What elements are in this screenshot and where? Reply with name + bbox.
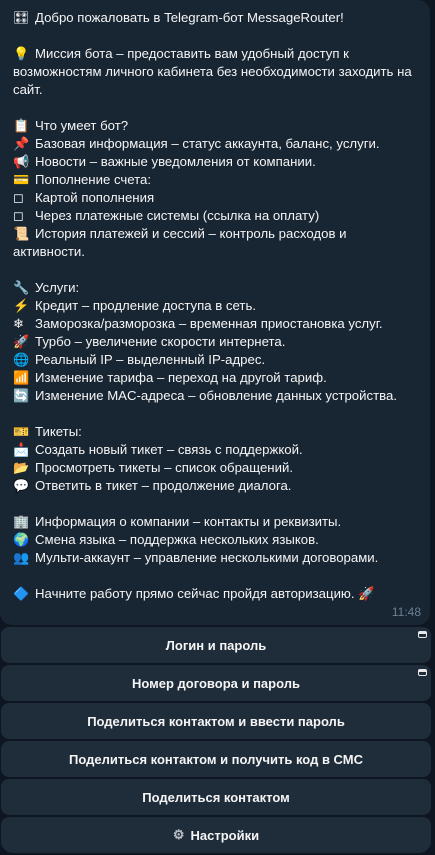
message-line: 🌐 Реальный IP – выделенный IP-адрес. xyxy=(13,351,416,369)
button-label: Поделиться контактом xyxy=(142,789,290,805)
refresh-icon: 🔄 xyxy=(13,388,30,403)
white-square-icon: ◻ xyxy=(13,208,24,223)
reply-keyboard: Логин и пароль Номер договора и пароль Под… xyxy=(1,627,431,855)
line-text: Тикеты: xyxy=(35,424,82,439)
ticket-icon: 🎫 xyxy=(13,424,30,439)
line-text: Просмотреть тикеты – список обращений. xyxy=(35,460,293,475)
line-text: Информация о компании – контакты и рекви… xyxy=(35,514,342,529)
clipboard-icon: 📋 xyxy=(13,118,30,133)
keyboard-button[interactable]: Номер договора и пароль xyxy=(1,665,431,701)
message-line: 🔧 Услуги: xyxy=(13,279,416,297)
keyboard-button[interactable]: ⚙ Настройки xyxy=(1,817,431,853)
keyboard-button[interactable]: Логин и пароль xyxy=(1,627,431,663)
line-text: Турбо – увеличение скорости интернета. xyxy=(35,334,286,349)
line-text: История платежей и сессий – контроль рас… xyxy=(13,226,347,259)
scroll-icon: 📜 xyxy=(13,226,30,241)
message-line: 📶 Изменение тарифа – переход на другой та… xyxy=(13,369,416,387)
message-line: ◻ Через платежные системы (ссылка на опла… xyxy=(13,207,416,225)
message-line: 🚀 Турбо – увеличение скорости интернета. xyxy=(13,333,416,351)
people-icon: 👥 xyxy=(13,550,30,565)
line-text: Пополнение счета: xyxy=(35,172,152,187)
line-text: Заморозка/разморозка – временная приоста… xyxy=(35,316,383,331)
button-label: Номер договора и пароль xyxy=(132,675,300,691)
keyboard-button[interactable]: Поделиться контактом и получить код в СМ… xyxy=(1,741,431,777)
speech-bubble-icon: 💬 xyxy=(13,478,30,493)
line-text: Картой пополнения xyxy=(35,190,155,205)
message-text: 🎛 Добро пожаловать в Telegram-бот Message… xyxy=(13,9,416,603)
globe-europe-icon: 🌍 xyxy=(13,532,30,547)
line-text: Начните работу прямо сейчас пройдя автор… xyxy=(35,586,375,601)
line-text: Базовая информация – статус аккаунта, ба… xyxy=(35,136,380,151)
button-label: Поделиться контактом и ввести пароль xyxy=(87,713,345,729)
message-line: 📌 Базовая информация – статус аккаунта, б… xyxy=(13,135,416,153)
message-line: 💬 Ответить в тикет – продолжение диалога. xyxy=(13,477,416,495)
message-line: 📢 Новости – важные уведомления от компани… xyxy=(13,153,416,171)
line-text: Миссия бота – предоставить вам удобный д… xyxy=(13,46,412,97)
gear-icon: ⚙ xyxy=(172,827,185,842)
message-line: 🏢 Информация о компании – контакты и рекв… xyxy=(13,513,416,531)
bot-message-bubble: 🎛 Добро пожаловать в Telegram-бот Message… xyxy=(0,0,430,625)
message-line: ⚡ Кредит – продление доступа в сеть. xyxy=(13,297,416,315)
line-text: Изменение тарифа – переход на другой тар… xyxy=(35,370,327,385)
message-line: 📋 Что умеет бот? xyxy=(13,117,416,135)
keyboard-button[interactable]: Поделиться контактом xyxy=(1,779,431,815)
web-app-icon xyxy=(418,631,427,638)
white-square-icon: ◻ xyxy=(13,190,24,205)
lightning-icon: ⚡ xyxy=(13,298,30,313)
message-line: 🎫 Тикеты: xyxy=(13,423,416,441)
line-text: Услуги: xyxy=(35,280,80,295)
line-text: Ответить в тикет – продолжение диалога. xyxy=(35,478,292,493)
snowflake-icon: ❄ xyxy=(13,316,24,331)
light-bulb-icon: 💡 xyxy=(13,46,30,61)
pushpin-icon: 📌 xyxy=(13,136,30,151)
message-line: 👥 Мульти-аккаунт – управление несколькими… xyxy=(13,549,416,567)
line-text: Реальный IP – выделенный IP-адрес. xyxy=(35,352,266,367)
line-text: Смена языка – поддержка нескольких языко… xyxy=(35,532,319,547)
line-text: Изменение MAC-адреса – обновление данных… xyxy=(35,388,397,403)
message-line: 🔷 Начните работу прямо сейчас пройдя авто… xyxy=(13,585,416,603)
control-knobs-icon: 🎛 xyxy=(13,10,30,25)
keyboard-button[interactable]: Поделиться контактом и ввести пароль xyxy=(1,703,431,739)
wrench-icon: 🔧 xyxy=(13,280,30,295)
loudspeaker-icon: 📢 xyxy=(13,154,30,169)
message-line: 💳 Пополнение счета: xyxy=(13,171,416,189)
folder-icon: 📂 xyxy=(13,460,30,475)
message-line: 💡 Миссия бота – предоставить вам удобный … xyxy=(13,45,416,99)
office-building-icon: 🏢 xyxy=(13,514,30,529)
line-text: Новости – важные уведомления от компании… xyxy=(35,154,316,169)
line-text: Кредит – продление доступа в сеть. xyxy=(35,298,256,313)
rocket-icon: 🚀 xyxy=(13,334,30,349)
button-label: Поделиться контактом и получить код в СМ… xyxy=(69,751,363,767)
message-line: 📂 Просмотреть тикеты – список обращений. xyxy=(13,459,416,477)
line-text: Что умеет бот? xyxy=(35,118,129,133)
message-line: 🌍 Смена языка – поддержка нескольких язык… xyxy=(13,531,416,549)
message-line: ◻ Картой пополнения xyxy=(13,189,416,207)
web-app-icon xyxy=(418,669,427,676)
line-text: Добро пожаловать в Telegram-бот MessageR… xyxy=(35,10,344,25)
line-text: Через платежные системы (ссылка на оплат… xyxy=(35,208,320,223)
line-text: Мульти-аккаунт – управление несколькими … xyxy=(35,550,379,565)
envelope-arrow-icon: 📩 xyxy=(13,442,30,457)
button-label: Логин и пароль xyxy=(165,637,267,653)
credit-card-icon: 💳 xyxy=(13,172,30,187)
globe-icon: 🌐 xyxy=(13,352,30,367)
message-line: 📜 История платежей и сессий – контроль ра… xyxy=(13,225,416,261)
line-text: Создать новый тикет – связь с поддержкой… xyxy=(35,442,303,457)
signal-bars-icon: 📶 xyxy=(13,370,30,385)
message-line: ❄ Заморозка/разморозка – временная приост… xyxy=(13,315,416,333)
message-line: 📩 Создать новый тикет – связь с поддержко… xyxy=(13,441,416,459)
message-time: 11:48 xyxy=(391,605,421,619)
message-line: 🔄 Изменение MAC-адреса – обновление данны… xyxy=(13,387,416,405)
button-label: Настройки xyxy=(190,827,260,843)
blue-diamond-icon: 🔷 xyxy=(13,586,30,601)
message-line: 🎛 Добро пожаловать в Telegram-бот Message… xyxy=(13,9,416,27)
